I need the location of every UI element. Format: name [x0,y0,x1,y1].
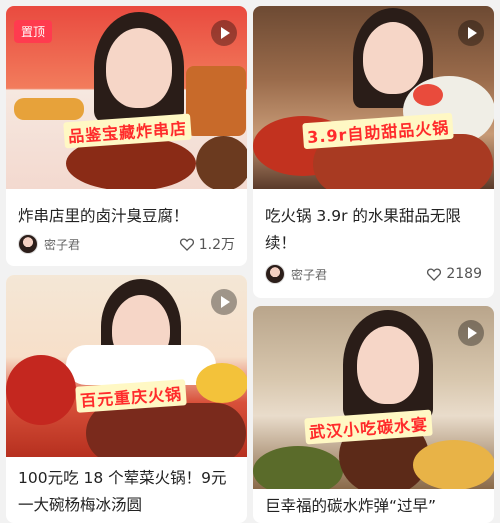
like-count: 2189 [446,266,482,282]
play-icon[interactable] [458,20,484,46]
food-item [196,136,247,189]
note-card[interactable]: 置顶 品鉴宝藏炸串店 炸串店里的卤汁臭豆腐！ 密子君 1.2万 [6,6,247,266]
author-name[interactable]: 密子君 [44,236,179,253]
note-cover-image[interactable]: 百元重庆火锅 [6,275,247,457]
food-item [186,66,246,136]
note-card[interactable]: 3.9r自助甜品火锅 吃火锅 3.9r 的水果甜品无限续！ 密子君 2189 [253,6,494,298]
note-title[interactable]: 炸串店里的卤汁臭豆腐！ [6,203,247,230]
play-icon[interactable] [458,320,484,346]
avatar[interactable] [265,264,285,284]
heart-icon [179,238,194,251]
food-item [86,403,246,457]
like-button[interactable]: 1.2万 [179,234,235,254]
like-button[interactable]: 2189 [426,266,482,282]
note-title[interactable]: 100元吃 18 个荤菜火锅！9元一大碗杨梅冰汤圆 [6,465,247,519]
note-title[interactable]: 吃火锅 3.9r 的水果甜品无限续！ [253,203,494,257]
note-meta: 密子君 2189 [265,264,482,284]
pinned-badge: 置顶 [14,20,53,43]
note-cover-image[interactable]: 武汉小吃碳水宴 [253,306,494,489]
food-item [6,355,76,425]
play-icon[interactable] [211,20,237,46]
note-cover-image[interactable]: 置顶 品鉴宝藏炸串店 [6,6,247,189]
note-card[interactable]: 百元重庆火锅 100元吃 18 个荤菜火锅！9元一大碗杨梅冰汤圆 [6,275,247,523]
food-item [253,446,343,489]
avatar[interactable] [18,234,38,254]
food-item [14,98,84,120]
heart-icon [427,268,442,281]
food-item [196,363,247,403]
note-cover-image[interactable]: 3.9r自助甜品火锅 [253,6,494,189]
note-title[interactable]: 巨幸福的碳水炸弹“过早” [253,493,494,520]
note-meta: 密子君 1.2万 [18,234,235,254]
food-item [413,84,443,106]
note-card[interactable]: 武汉小吃碳水宴 巨幸福的碳水炸弹“过早” [253,306,494,523]
food-item [413,440,494,489]
like-count: 1.2万 [198,237,235,253]
author-name[interactable]: 密子君 [291,266,426,283]
play-icon[interactable] [211,289,237,315]
